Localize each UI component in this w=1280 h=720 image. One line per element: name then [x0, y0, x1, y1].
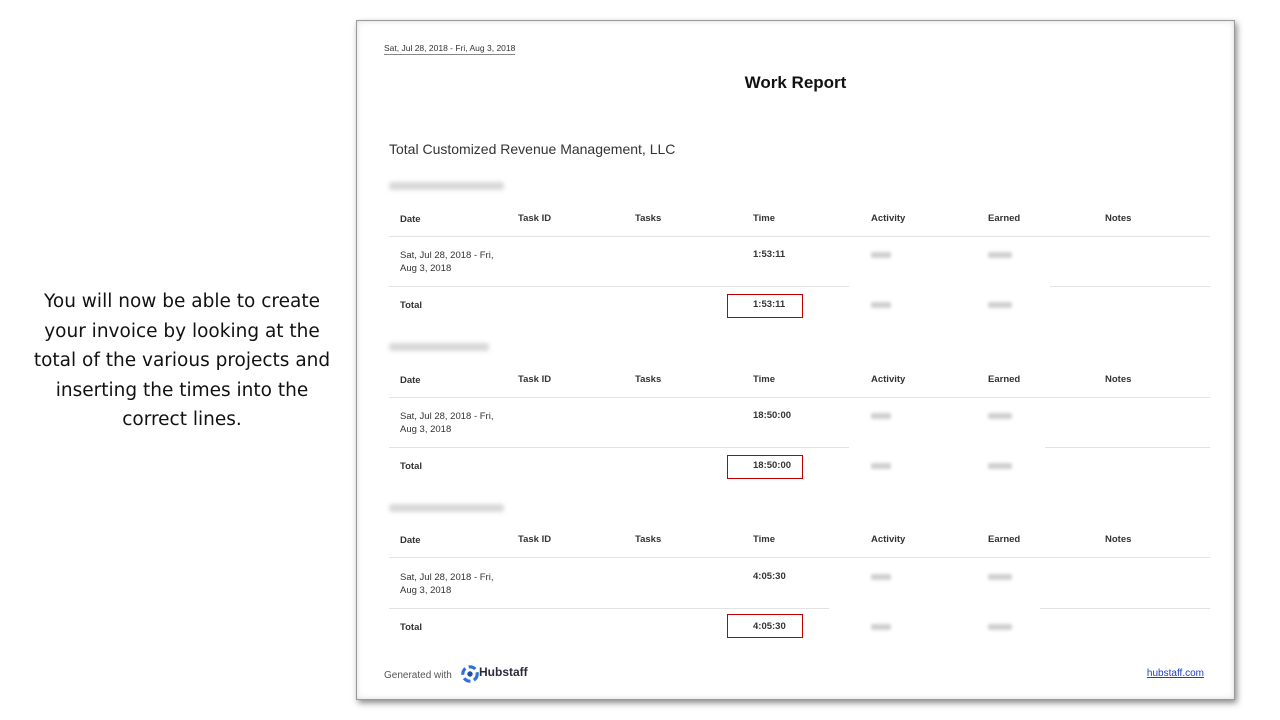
col-task-id: Task ID	[518, 213, 552, 224]
col-notes: Notes	[1105, 374, 1132, 385]
col-notes: Notes	[1105, 534, 1132, 545]
divider	[389, 236, 1210, 237]
earned-redacted	[988, 571, 1012, 583]
work-report-document: Sat, Jul 28, 2018 - Fri, Aug 3, 2018 Wor…	[356, 20, 1235, 700]
col-activity: Activity	[871, 534, 906, 545]
company-name: Total Customized Revenue Management, LLC	[389, 141, 676, 157]
earned-redacted	[988, 299, 1012, 311]
generated-with-label: Generated with	[384, 670, 452, 681]
row-date: Sat, Jul 28, 2018 - Fri, Aug 3, 2018	[400, 572, 494, 596]
table-header: Date Task ID Tasks Time Activity Earned …	[389, 374, 1210, 388]
hubstaff-logo-icon	[461, 665, 479, 683]
earned-redacted	[988, 621, 1012, 633]
project-name-redacted	[389, 182, 504, 190]
earned-redacted	[988, 249, 1012, 261]
row-date: Sat, Jul 28, 2018 - Fri, Aug 3, 2018	[400, 411, 494, 435]
row-date: Sat, Jul 28, 2018 - Fri, Aug 3, 2018	[400, 250, 494, 274]
divider	[1045, 447, 1210, 448]
row-time: 18:50:00	[753, 410, 792, 421]
activity-redacted	[871, 621, 891, 633]
col-date: Date	[400, 535, 421, 546]
col-time: Time	[753, 374, 776, 385]
col-date: Date	[400, 375, 421, 386]
row-time: 4:05:30	[753, 571, 786, 582]
col-task-id: Task ID	[518, 534, 552, 545]
col-earned: Earned	[988, 213, 1021, 224]
divider	[389, 286, 849, 287]
hubstaff-brand: Hubstaff	[479, 665, 528, 679]
divider	[389, 397, 1210, 398]
total-label: Total	[400, 300, 422, 311]
table-row: Sat, Jul 28, 2018 - Fri, Aug 3, 2018 1:53…	[389, 249, 1210, 274]
divider	[389, 447, 849, 448]
col-tasks: Tasks	[635, 213, 662, 224]
table-header: Date Task ID Tasks Time Activity Earned …	[389, 213, 1210, 227]
activity-redacted	[871, 571, 891, 583]
divider	[1050, 286, 1210, 287]
divider	[1040, 608, 1210, 609]
project-name-redacted	[389, 504, 504, 512]
col-activity: Activity	[871, 374, 906, 385]
col-tasks: Tasks	[635, 534, 662, 545]
divider	[389, 608, 829, 609]
project-name-redacted	[389, 343, 489, 351]
instruction-caption: You will now be able to create your invo…	[33, 291, 331, 430]
col-activity: Activity	[871, 213, 906, 224]
total-label: Total	[400, 622, 422, 633]
col-date: Date	[400, 214, 421, 225]
table-row: Sat, Jul 28, 2018 - Fri, Aug 3, 2018 4:05…	[389, 571, 1210, 596]
col-time: Time	[753, 534, 776, 545]
activity-redacted	[871, 460, 891, 472]
row-time: 1:53:11	[753, 249, 786, 260]
total-time-highlight	[727, 614, 803, 638]
col-earned: Earned	[988, 534, 1021, 545]
col-task-id: Task ID	[518, 374, 552, 385]
activity-redacted	[871, 410, 891, 422]
earned-redacted	[988, 460, 1012, 472]
date-range: Sat, Jul 28, 2018 - Fri, Aug 3, 2018	[384, 43, 516, 55]
total-time-highlight	[727, 455, 803, 479]
divider	[389, 557, 1210, 558]
table-row: Sat, Jul 28, 2018 - Fri, Aug 3, 2018 18:5…	[389, 410, 1210, 435]
col-earned: Earned	[988, 374, 1021, 385]
report-title: Work Report	[744, 73, 847, 92]
hubstaff-link[interactable]: hubstaff.com	[1147, 668, 1204, 679]
total-label: Total	[400, 461, 422, 472]
activity-redacted	[871, 299, 891, 311]
activity-redacted	[871, 249, 891, 261]
col-notes: Notes	[1105, 213, 1132, 224]
col-tasks: Tasks	[635, 374, 662, 385]
col-time: Time	[753, 213, 776, 224]
table-header: Date Task ID Tasks Time Activity Earned …	[389, 534, 1210, 548]
earned-redacted	[988, 410, 1012, 422]
total-time-highlight	[727, 294, 803, 318]
